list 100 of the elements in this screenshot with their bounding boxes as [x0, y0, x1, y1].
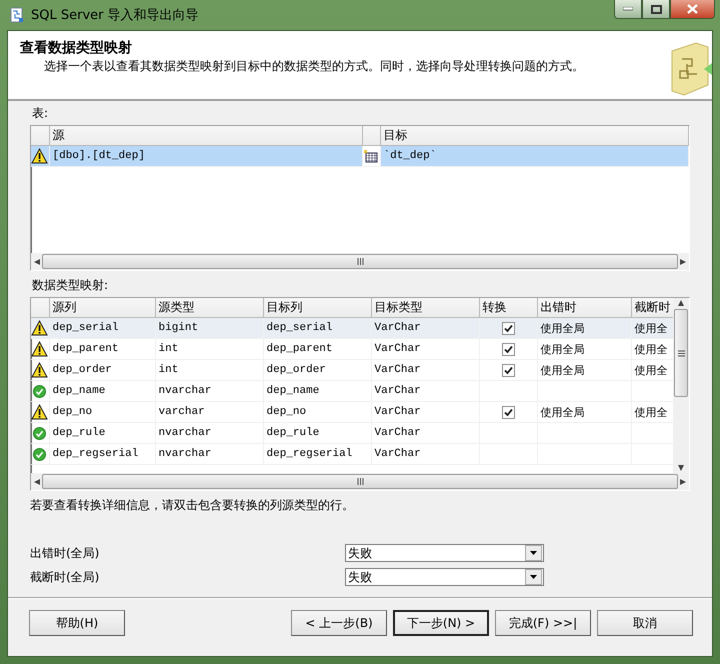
wizard-button[interactable]: < 上一步(B) [291, 610, 387, 636]
table-cell: dep_parent [49, 338, 155, 360]
table-cell: VarChar [371, 338, 479, 360]
table-cell: dep_order [49, 360, 155, 380]
table-cell: dep_regserial [49, 444, 155, 464]
table-cell: dep_serial [49, 318, 155, 338]
page-description: 选择一个表以查看其数据类型映射到目标中的数据类型的方式。同时，选择向导处理转换问题的方式。 [43, 58, 585, 75]
table-cell: nvarchar [155, 422, 263, 444]
column-header[interactable]: 出错时 [537, 298, 631, 318]
table-row[interactable]: dep_serial bigint dep_serial VarChar 使用全局 使用全 [31, 318, 673, 338]
table-cell: VarChar [371, 402, 479, 422]
horizontal-scrollbar[interactable] [31, 253, 689, 270]
scroll-left-icon [34, 478, 40, 484]
scroll-left-icon [34, 258, 40, 264]
wizard-button[interactable]: 完成(F) >>| [495, 610, 591, 636]
checkbox[interactable] [502, 406, 514, 419]
table-cell: int [155, 338, 263, 360]
table-cell: dep_name [49, 380, 155, 402]
close-icon [687, 4, 698, 14]
column-header[interactable]: 转换 [479, 298, 537, 318]
table-row[interactable]: dep_no varchar dep_no VarChar 使用全局 使用全 [31, 402, 673, 422]
table-cell: dep_regserial [263, 444, 371, 464]
scroll-up-icon [678, 300, 684, 306]
window-title: SQL Server 导入和导出向导 [31, 7, 200, 24]
table-cell: dep_serial [263, 318, 371, 338]
checkbox[interactable] [502, 342, 514, 356]
check-circle-icon [33, 448, 46, 460]
table-cell: dep_no [49, 402, 155, 422]
column-header[interactable]: 源类型 [155, 298, 263, 318]
column-header[interactable]: 目标类型 [371, 298, 479, 318]
scroll-right-icon [680, 258, 686, 264]
scroll-down-icon [678, 465, 684, 471]
checkbox[interactable] [502, 364, 514, 377]
table-cell: 使用全 [631, 318, 673, 338]
page-title: 查看数据类型映射 [20, 39, 133, 57]
table-cell: 使用全局 [537, 360, 631, 380]
table-cell: 使用全局 [537, 402, 631, 422]
setting-label: 出错时(全局) [30, 544, 100, 562]
table-cell: VarChar [371, 444, 479, 464]
app-icon [9, 7, 25, 23]
table-icon [364, 150, 378, 162]
table-cell: [dbo].[dt_dep] [49, 146, 362, 166]
wizard-button[interactable]: 下一步(N) > [393, 610, 489, 636]
grip-icon [356, 478, 364, 485]
table-cell: varchar [155, 402, 263, 422]
setting-label: 截断时(全局) [30, 568, 100, 586]
table-row[interactable]: dep_order int dep_order VarChar 使用全局 使用全 [31, 360, 673, 380]
warning-icon [31, 320, 48, 336]
table-cell: dep_parent [263, 338, 371, 360]
horizontal-scrollbar[interactable] [31, 473, 689, 490]
table-row[interactable]: dep_name nvarchar dep_name VarChar [31, 380, 673, 402]
check-circle-icon [33, 426, 46, 440]
warning-icon [31, 341, 48, 357]
warning-icon [31, 404, 48, 420]
dropdown-field[interactable]: 失败 [345, 544, 544, 562]
table-cell: dep_rule [263, 422, 371, 444]
table-row[interactable]: dep_regserial nvarchar dep_regserial VarChar [31, 444, 673, 464]
warning-icon [31, 148, 48, 164]
cancel-button[interactable]: 取消 [597, 610, 693, 636]
column-header[interactable]: 源 [49, 126, 362, 146]
table-cell: 使用全局 [537, 318, 631, 338]
checkbox[interactable] [502, 322, 514, 335]
check-circle-icon [33, 384, 46, 398]
table-cell: nvarchar [155, 380, 263, 402]
table-row[interactable]: dep_rule nvarchar dep_rule VarChar [31, 422, 673, 444]
dropdown-arrow-icon [530, 551, 537, 555]
table-cell: VarChar [371, 422, 479, 444]
dropdown-field[interactable]: 失败 [345, 568, 544, 586]
close-button[interactable] [670, 0, 715, 19]
table-row[interactable]: [dbo].[dt_dep] `dt_dep` [31, 146, 688, 166]
warning-icon [31, 362, 48, 378]
minimize-button[interactable] [614, 0, 642, 19]
table-cell: VarChar [371, 318, 479, 338]
table-cell: dep_no [263, 402, 371, 422]
table-cell: `dt_dep` [380, 146, 688, 166]
table-cell: dep_rule [49, 422, 155, 444]
column-header[interactable]: 目标 [380, 126, 688, 146]
hint-text: 若要查看转换详细信息，请双击包含要转换的列源类型的行。 [30, 497, 355, 514]
scroll-right-icon [680, 478, 686, 484]
help-button[interactable]: 帮助(H) [29, 610, 125, 636]
vertical-scrollbar[interactable] [673, 298, 689, 473]
maximize-icon [650, 4, 662, 14]
mapping-label: 数据类型映射: [31, 277, 110, 294]
grip-icon [678, 350, 684, 356]
table-row[interactable]: dep_parent int dep_parent VarChar 使用全局 使用全 [31, 338, 673, 360]
column-header[interactable]: 截断时 [631, 298, 673, 318]
table-cell: VarChar [371, 380, 479, 402]
table-cell: nvarchar [155, 444, 263, 464]
table-cell: VarChar [371, 360, 479, 380]
table-cell: dep_order [263, 360, 371, 380]
dropdown-arrow-icon [530, 575, 537, 579]
table-cell: int [155, 360, 263, 380]
grip-icon [356, 258, 364, 265]
table-cell: bigint [155, 318, 263, 338]
tables-label: 表: [31, 105, 50, 122]
minimize-icon [623, 7, 633, 11]
column-header[interactable]: 目标列 [263, 298, 371, 318]
column-header[interactable]: 源列 [49, 298, 155, 318]
table-cell: dep_name [263, 380, 371, 402]
maximize-button[interactable] [642, 0, 670, 19]
